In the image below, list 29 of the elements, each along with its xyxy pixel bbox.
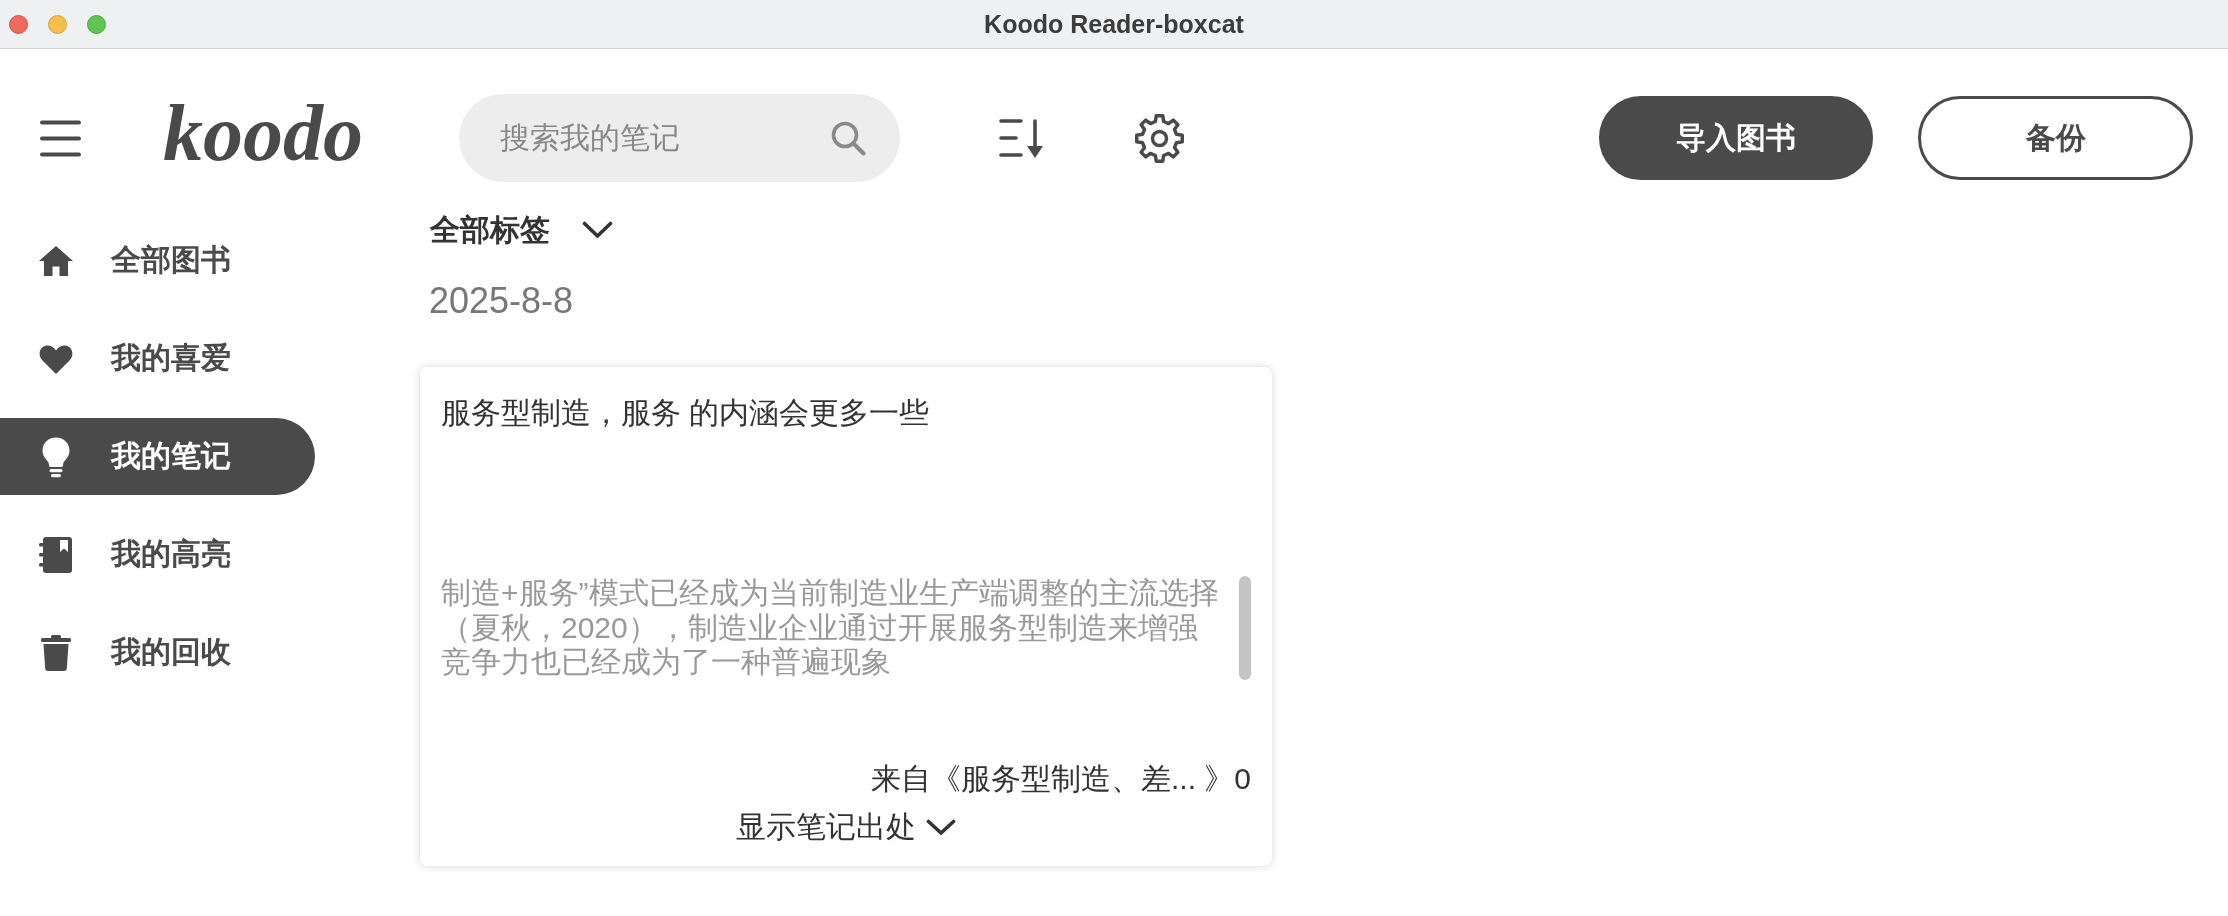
search-field[interactable]: 搜索我的笔记 <box>459 94 900 182</box>
notebook-icon <box>39 535 73 574</box>
date-heading: 2025-8-8 <box>429 279 574 323</box>
sidebar-item[interactable]: 我的笔记 <box>0 418 315 495</box>
show-source-button[interactable]: 显示笔记出处 <box>736 809 956 845</box>
sidebar-item[interactable]: 我的喜爱 <box>0 320 315 397</box>
home-icon <box>38 244 74 277</box>
import-button[interactable]: 导入图书 <box>1599 96 1873 180</box>
scrollbar-thumb[interactable] <box>1239 576 1251 680</box>
sidebar-item[interactable]: 我的高亮 <box>0 516 315 593</box>
tag-filter-dropdown[interactable]: 全部标签 <box>430 210 613 250</box>
chevron-down-icon[interactable] <box>582 221 613 239</box>
logo: koodo <box>163 93 363 173</box>
trash-icon <box>41 634 71 671</box>
sidebar-item[interactable]: 全部图书 <box>0 222 315 299</box>
sidebar-item[interactable]: 我的回收 <box>0 614 315 691</box>
note-text: 服务型制造，服务 的内涵会更多一些 <box>441 395 930 431</box>
close-icon[interactable] <box>9 14 28 34</box>
search-icon[interactable] <box>831 120 866 156</box>
sort-icon[interactable] <box>999 117 1046 159</box>
heart-icon <box>38 342 74 375</box>
menu-icon[interactable] <box>40 119 81 157</box>
lightbulb-icon <box>41 435 71 478</box>
backup-button[interactable]: 备份 <box>1918 96 2193 180</box>
source-text: 来自《服务型制造、差... 》0 <box>870 761 1251 797</box>
window-title: Koodo Reader-boxcat <box>984 9 1244 39</box>
settings-icon[interactable] <box>1134 112 1185 164</box>
chevron-down-icon[interactable] <box>926 818 956 836</box>
quote-text: 制造+服务”模式已经成为当前制造业生产端调整的主流选择（夏秋，2020），制造业企业通过开展服务型制造来增强竞争力也已经成为了一种普遍现象 <box>441 576 1220 680</box>
